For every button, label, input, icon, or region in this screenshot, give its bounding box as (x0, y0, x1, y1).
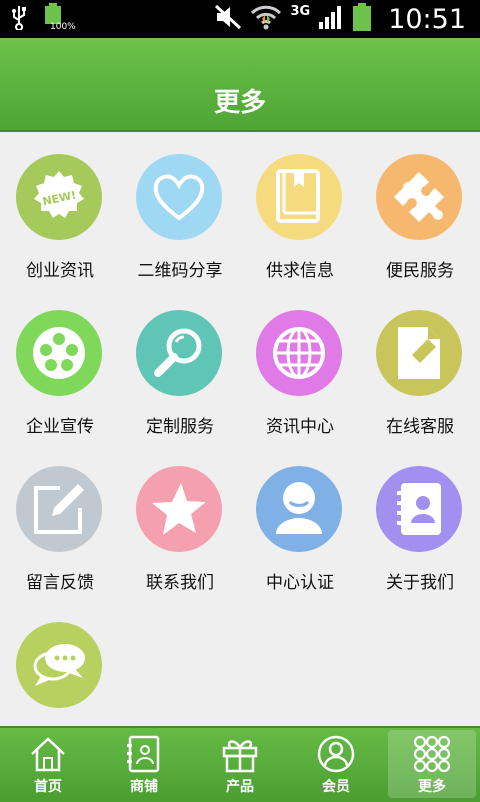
book-icon (256, 154, 342, 240)
tile-label: 定制服务 (146, 417, 214, 437)
tile-news-center[interactable]: 资讯中心 (240, 288, 360, 444)
member-icon (317, 735, 355, 773)
tab-label: 商铺 (130, 779, 158, 795)
tile-label: 供求信息 (266, 261, 334, 281)
mute-icon (214, 4, 242, 34)
grid-dots-icon (413, 735, 451, 773)
film-reel-icon (16, 310, 102, 396)
tile-label: 资讯中心 (266, 417, 334, 437)
tile-online-support[interactable]: 在线客服 (360, 288, 480, 444)
tile-center-certification[interactable]: 中心认证 (240, 444, 360, 600)
edit-icon (16, 466, 102, 552)
shop-icon (127, 735, 160, 773)
tile-label: 二维码分享 (137, 261, 223, 281)
tile-supply-demand[interactable]: 供求信息 (240, 132, 360, 288)
network-type: 3G (290, 3, 311, 19)
tile-about-us[interactable]: 关于我们 (360, 444, 480, 600)
tab-member[interactable]: 会员 (288, 728, 384, 802)
page-title: 更多 (213, 88, 266, 118)
tile-label: 中心认证 (266, 573, 334, 593)
bottom-tab-bar: 首页 商铺 产品 会员 更多 (0, 726, 480, 802)
tile-label: 企业宣传 (26, 417, 94, 437)
feature-grid: NEW! 创业资讯 二维码分享 供求信息 便民服务 企业宣传 定制服务 资讯中心… (0, 132, 480, 726)
star-icon (136, 466, 222, 552)
wifi-icon (250, 4, 282, 34)
heart-icon (136, 154, 222, 240)
globe-icon (256, 310, 342, 396)
tile-convenience-service[interactable]: 便民服务 (360, 132, 480, 288)
contacts-book-icon (376, 466, 462, 552)
battery-percent: 100% (50, 22, 76, 32)
tab-label: 首页 (34, 779, 62, 795)
battery-icon (352, 2, 372, 36)
status-bar: 100% 3G 10:51 (0, 0, 480, 38)
tile-label: 联系我们 (146, 573, 214, 593)
tab-products[interactable]: 产品 (192, 728, 288, 802)
usb-icon (10, 4, 28, 34)
tile-qrcode-share[interactable]: 二维码分享 (120, 132, 240, 288)
tile-label: 留言反馈 (26, 573, 94, 593)
tile-label: 创业资讯 (26, 261, 94, 281)
puzzle-icon (376, 154, 462, 240)
magnifier-icon (136, 310, 222, 396)
user-icon (256, 466, 342, 552)
gift-icon (222, 740, 258, 773)
tile-startup-news[interactable]: NEW! 创业资讯 (0, 132, 120, 288)
home-icon (31, 737, 65, 772)
status-bar-right: 3G 10:51 (214, 0, 466, 38)
tile-company-promo[interactable]: 企业宣传 (0, 288, 120, 444)
tab-shop[interactable]: 商铺 (96, 728, 192, 802)
tab-home[interactable]: 首页 (0, 728, 96, 802)
tab-label: 更多 (418, 779, 446, 795)
tile-label: 便民服务 (386, 261, 454, 281)
tile-feedback[interactable]: 留言反馈 (0, 444, 120, 600)
tile-contact-us[interactable]: 联系我们 (120, 444, 240, 600)
tab-label: 产品 (226, 779, 254, 795)
tile-label: 关于我们 (386, 573, 454, 593)
tab-more[interactable]: 更多 (384, 728, 480, 802)
chat-bubbles-icon (16, 622, 102, 708)
new-badge-icon: NEW! (16, 154, 102, 240)
title-bar: 更多 (0, 38, 480, 132)
tile-label: 在线客服 (386, 417, 454, 437)
document-pencil-icon (376, 310, 462, 396)
signal-icon (318, 4, 344, 34)
tab-label: 会员 (322, 779, 350, 795)
clock: 10:51 (388, 3, 466, 35)
tile-custom-service[interactable]: 定制服务 (120, 288, 240, 444)
